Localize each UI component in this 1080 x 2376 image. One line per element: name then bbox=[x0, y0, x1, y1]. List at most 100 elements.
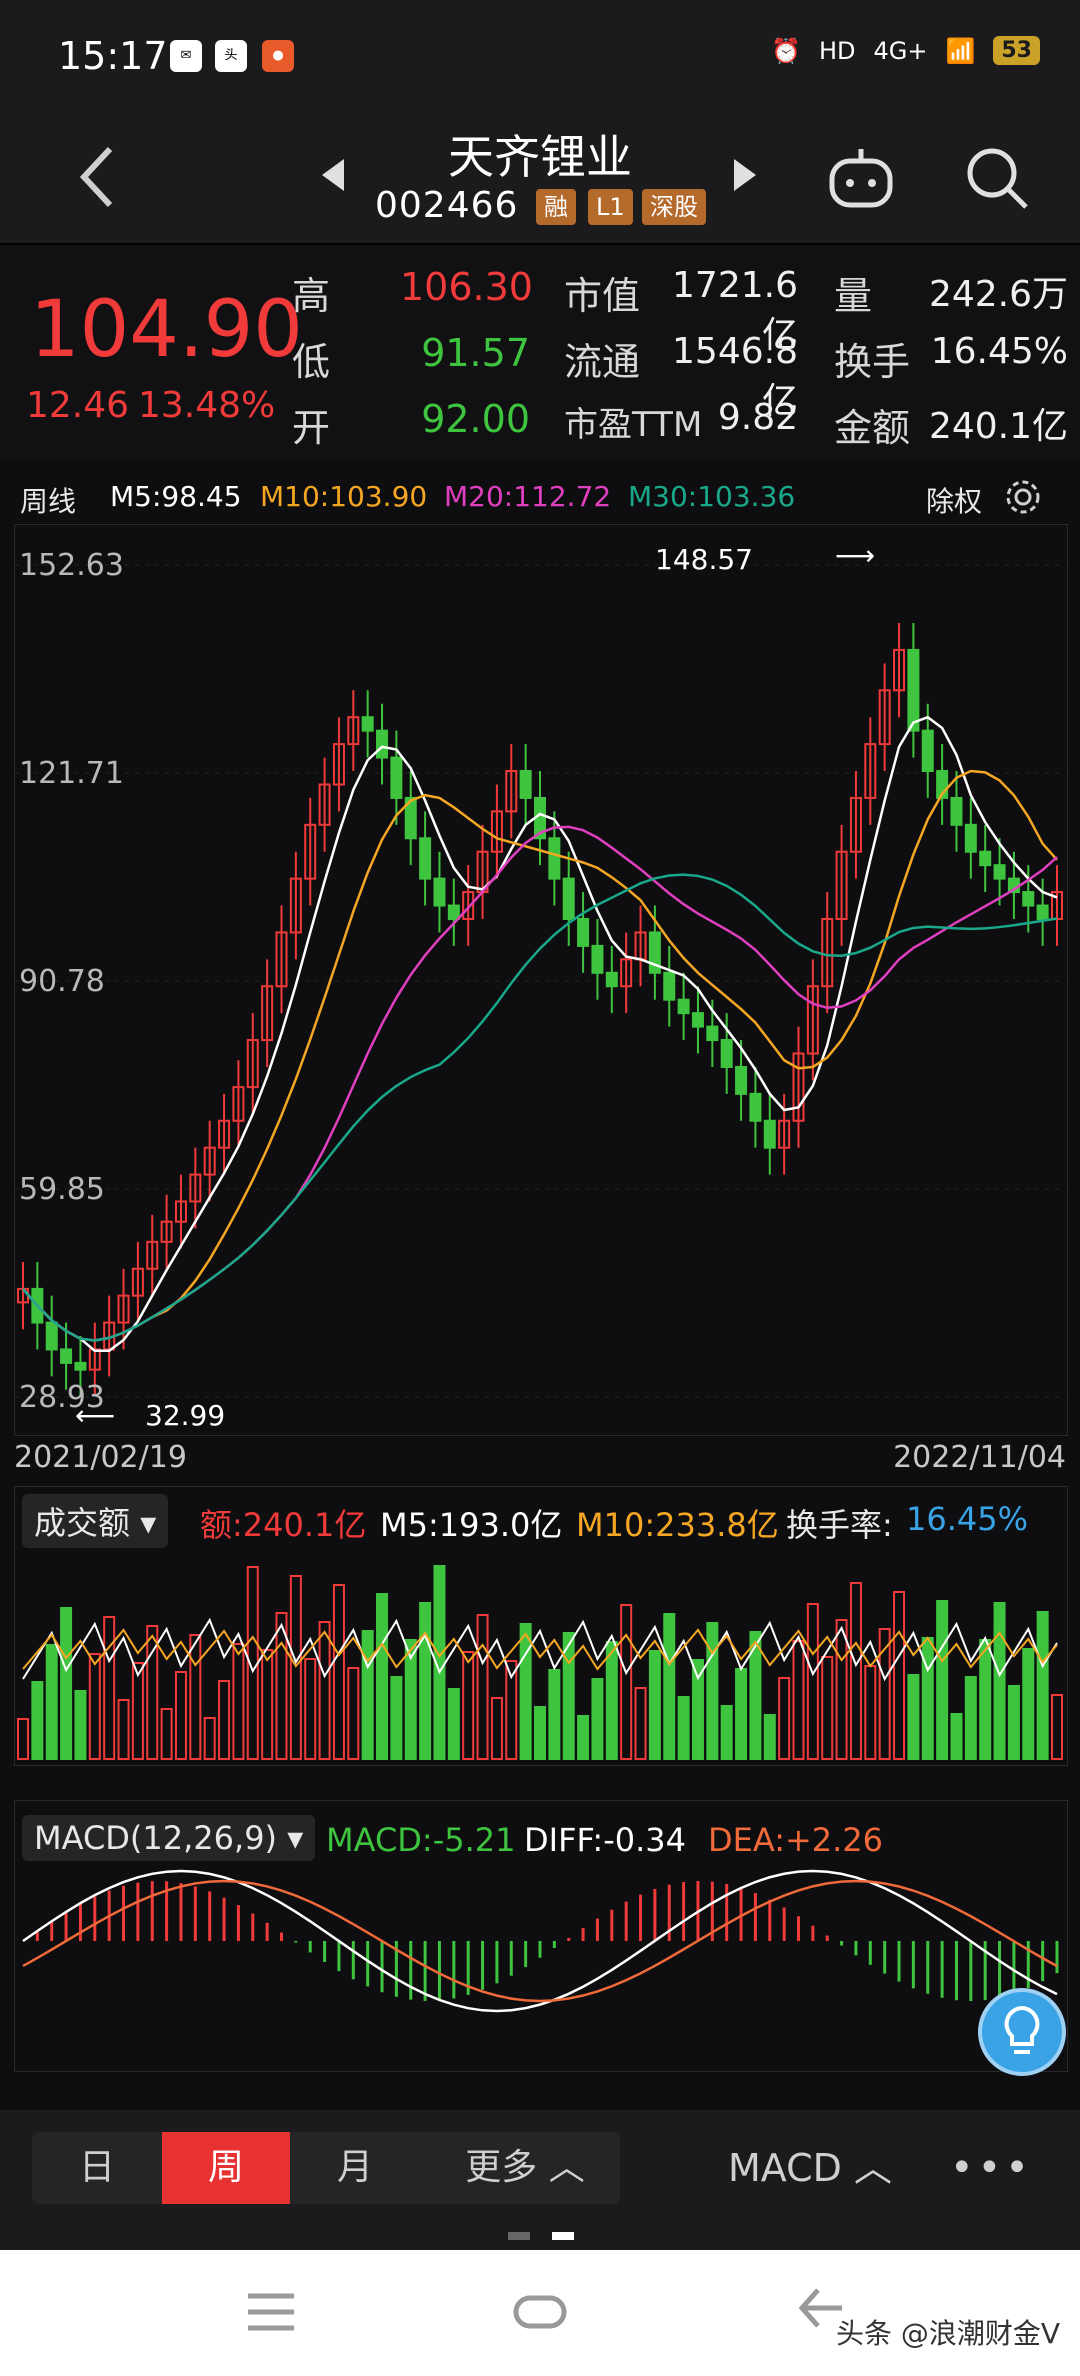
volume-m10-line bbox=[22, 1628, 1058, 1671]
status-bar: 15:17 ✉ 头 ● ⏰ HD 4G+ 📶 53 bbox=[0, 0, 1080, 115]
volume-bar bbox=[1007, 1685, 1020, 1760]
low-label: 低 bbox=[292, 340, 331, 384]
candle-body bbox=[706, 1025, 719, 1042]
tab-more-label: 更多 bbox=[465, 2147, 538, 2188]
volume-bar bbox=[174, 1671, 187, 1760]
settings-icon[interactable] bbox=[1004, 478, 1042, 516]
low-value: 91.57 bbox=[421, 331, 530, 375]
volume-m10: M10:233.8亿 bbox=[576, 1506, 779, 1544]
volume-amount: 额:240.1亿 bbox=[200, 1506, 367, 1544]
open-label: 开 bbox=[292, 406, 331, 450]
volume-bar bbox=[964, 1676, 977, 1760]
volume-selector[interactable]: 成交额 ▾ bbox=[22, 1494, 169, 1548]
volume-bar bbox=[534, 1706, 546, 1760]
volume-bar bbox=[706, 1622, 719, 1760]
volume-bar bbox=[979, 1639, 992, 1760]
lightbulb-icon[interactable] bbox=[978, 1988, 1066, 2076]
ma10-label: M10:103.90 bbox=[260, 480, 428, 513]
volume-bar bbox=[189, 1634, 202, 1760]
volume-bar bbox=[332, 1584, 345, 1760]
volume-bar bbox=[806, 1603, 819, 1760]
chevron-up-icon: ︿ bbox=[854, 2146, 893, 2190]
candle-body bbox=[519, 770, 532, 799]
volume-bar bbox=[849, 1582, 862, 1760]
volume-bar bbox=[203, 1717, 216, 1760]
volume-bar bbox=[921, 1637, 934, 1760]
volume-bar bbox=[577, 1715, 590, 1760]
volume-bar bbox=[735, 1668, 748, 1760]
tab-month[interactable]: 月 bbox=[290, 2132, 420, 2204]
candle-body bbox=[735, 1065, 748, 1095]
menu-icon[interactable] bbox=[246, 2290, 296, 2334]
price-change: 12.46 bbox=[26, 385, 130, 426]
diff-value: DIFF:-0.34 bbox=[524, 1821, 686, 1859]
hd-icon: HD bbox=[818, 36, 856, 65]
chevron-up-icon: ︿ bbox=[548, 2147, 585, 2188]
chevron-down-icon: ▾ bbox=[287, 1819, 304, 1857]
tab-more[interactable]: 更多 ︿ bbox=[450, 2132, 600, 2204]
high-label: 高 bbox=[292, 274, 331, 318]
candle-body bbox=[921, 729, 934, 773]
candle-body bbox=[376, 729, 389, 759]
wifi-icon: 📶 bbox=[945, 36, 976, 65]
volume-turnover-label: 换手率: bbox=[786, 1506, 893, 1544]
volume-bar bbox=[864, 1665, 877, 1760]
candle-body bbox=[720, 1039, 733, 1068]
candle-body bbox=[979, 850, 992, 867]
ma5-label: M5:98.45 bbox=[110, 480, 242, 513]
price-change-pct: 13.48% bbox=[138, 385, 276, 426]
ma-legend: 周线 M5:98.45 M10:103.90 M20:112.72 M30:10… bbox=[0, 470, 1080, 522]
more-options-icon[interactable]: ••• bbox=[950, 2132, 1030, 2204]
search-icon[interactable] bbox=[962, 143, 1032, 213]
y-axis-label: 59.85 bbox=[19, 1172, 105, 1207]
volume-bar bbox=[218, 1680, 231, 1760]
candle-body bbox=[548, 837, 561, 880]
pe-value: 9.82 bbox=[717, 397, 798, 438]
candle-body bbox=[433, 877, 446, 907]
volume-bar bbox=[663, 1613, 676, 1760]
float-label: 流通 bbox=[564, 340, 641, 384]
candle-body bbox=[591, 944, 604, 974]
high-price-note: 148.57 bbox=[655, 543, 753, 576]
toutiao-icon: 头 bbox=[215, 40, 247, 72]
signal-icon: 4G+ bbox=[873, 36, 928, 65]
volume-bar bbox=[45, 1644, 58, 1760]
turnover-label: 换手 bbox=[834, 340, 911, 384]
arrow-right-icon: ⟶ bbox=[835, 539, 875, 572]
macd-selector[interactable]: MACD(12,26,9) ▾ bbox=[22, 1815, 316, 1861]
candle-body bbox=[1036, 904, 1049, 920]
low-price-note: 32.99 bbox=[145, 1399, 225, 1432]
app-notify-icon: ● bbox=[262, 40, 294, 72]
current-price: 104.90 bbox=[30, 285, 303, 375]
volume-bar bbox=[447, 1688, 460, 1760]
volume-bar bbox=[347, 1667, 360, 1760]
tab-day[interactable]: 日 bbox=[32, 2132, 162, 2204]
tab-week[interactable]: 周 bbox=[162, 2132, 290, 2204]
volume-bar bbox=[792, 1640, 805, 1760]
indicator-button[interactable]: MACD ︿ bbox=[720, 2132, 900, 2204]
battery-icon: 53 bbox=[993, 36, 1040, 65]
volume-bar bbox=[778, 1677, 791, 1760]
volume-label: 量 bbox=[834, 274, 873, 318]
volume-m5-line bbox=[22, 1617, 1058, 1682]
volume-bar bbox=[763, 1714, 776, 1760]
volume-bar bbox=[634, 1687, 647, 1760]
volume-bar bbox=[821, 1656, 834, 1760]
volume-bar bbox=[74, 1690, 87, 1760]
mktcap-label: 市值 bbox=[564, 274, 641, 318]
candle-body bbox=[60, 1348, 73, 1364]
kline-chart[interactable]: 152.63 121.71 90.78 59.85 28.93 148.57 ⟶ ⟵ 32.99 bbox=[14, 524, 1069, 1436]
volume-bar bbox=[548, 1669, 561, 1760]
y-axis-label: 152.63 bbox=[19, 548, 124, 583]
candle-body bbox=[691, 1012, 704, 1028]
adjust-button[interactable]: 除权 bbox=[926, 480, 982, 520]
volume-bar bbox=[1036, 1611, 1049, 1760]
volume-bar bbox=[376, 1593, 389, 1760]
volume-bar bbox=[993, 1602, 1006, 1760]
robot-icon[interactable] bbox=[826, 143, 896, 213]
home-icon[interactable] bbox=[512, 2290, 568, 2334]
candle-body bbox=[950, 796, 963, 826]
chevron-down-icon: ▾ bbox=[140, 1504, 157, 1542]
volume-bar bbox=[950, 1713, 963, 1760]
ma20-label: M20:112.72 bbox=[444, 480, 612, 513]
